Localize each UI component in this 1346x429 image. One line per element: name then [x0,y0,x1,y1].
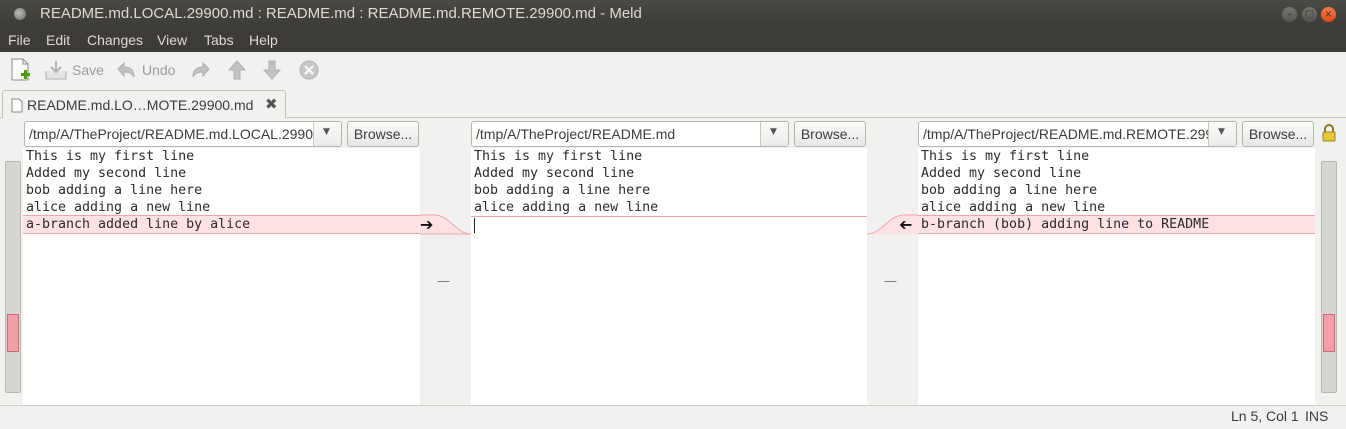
stop-icon [299,60,319,80]
remote-browse-button[interactable]: Browse... [1242,121,1314,147]
remote-change-map[interactable] [1321,161,1337,393]
previous-change-button[interactable] [226,58,248,82]
toolbar: Save Undo [0,52,1346,88]
stop-button[interactable] [298,58,320,82]
undo-label: Undo [142,62,176,78]
arrow-up-icon [227,60,247,80]
menu-edit[interactable]: Edit [46,32,70,48]
title-bar: README.md.LOCAL.29900.md : README.md : R… [0,0,1346,28]
local-path-combo[interactable]: /tmp/A/TheProject/README.md.LOCAL.29900.… [24,121,342,147]
push-left-arrow-icon[interactable]: ➔ [899,215,912,234]
menu-tabs[interactable]: Tabs [204,32,234,48]
arrow-down-icon [262,60,282,80]
save-label: Save [72,62,104,78]
local-path-dropdown[interactable]: ▼ [313,122,341,146]
chevron-down-icon: ▼ [1218,127,1225,137]
left-link-gutter: ➔ — [420,148,471,405]
chevron-down-icon: ▼ [323,127,330,137]
base-path-dropdown[interactable]: ▼ [760,122,788,146]
save-icon [45,61,67,80]
conflict-line: a-branch added line by alice [23,215,420,234]
conflict-marker[interactable] [1323,314,1335,352]
undo-icon [117,61,135,78]
text-line: This is my first line [26,149,195,164]
local-pane[interactable]: This is my first line Added my second li… [23,148,420,405]
redo-icon [192,61,210,78]
text-line: This is my first line [921,149,1090,164]
status-bar: Ln 5, Col 1 INS [0,406,1346,429]
text-line: Added my second line [921,166,1082,181]
text-line: Added my second line [474,166,635,181]
text-line: bob adding a line here [474,183,651,198]
text-line: bob adding a line here [26,183,203,198]
window-title: README.md.LOCAL.29900.md : README.md : R… [40,5,642,22]
remote-path-text: /tmp/A/TheProject/README.md.REMOTE.29900… [923,126,1237,142]
right-link-gutter: ➔ — [867,148,918,405]
redo-button[interactable] [189,58,213,82]
text-line: alice adding a new line [921,200,1106,215]
text-line: alice adding a new line [26,200,211,215]
base-pane[interactable]: This is my first line Added my second li… [471,148,867,405]
conflict-marker[interactable] [7,314,19,352]
remote-path-combo[interactable]: /tmp/A/TheProject/README.md.REMOTE.29900… [918,121,1237,147]
tab-readme-merge[interactable]: README.md.LO…MOTE.29900.md ✖ [2,90,286,119]
local-change-map[interactable] [5,161,21,393]
document-icon [11,98,23,113]
local-path-text: /tmp/A/TheProject/README.md.LOCAL.29900.… [29,126,342,142]
conflict-line: b-branch (bob) adding line to README [918,215,1315,234]
insert-mode: INS [1305,408,1329,424]
text-cursor [474,218,475,233]
menu-view[interactable]: View [157,32,187,48]
merge-view: /tmp/A/TheProject/README.md.LOCAL.29900.… [0,118,1346,406]
maximize-button[interactable]: □ [1302,7,1317,22]
dash-marker: — [884,274,897,289]
base-browse-button[interactable]: Browse... [794,121,866,147]
base-path-combo[interactable]: /tmp/A/TheProject/README.md ▼ [471,121,789,147]
next-change-button[interactable] [261,58,283,82]
dash-marker: — [437,274,450,289]
text-line: This is my first line [474,149,643,164]
new-comparison-button[interactable] [10,58,32,82]
close-window-button[interactable]: × [1321,7,1336,22]
minimize-button[interactable]: – [1282,7,1297,22]
save-button[interactable]: Save [44,58,104,82]
menu-changes[interactable]: Changes [87,32,143,48]
menu-bar: File Edit Changes View Tabs Help [0,28,1346,52]
lock-icon[interactable] [1321,124,1337,142]
tab-close-icon[interactable]: ✖ [265,95,278,113]
undo-button[interactable]: Undo [114,58,175,82]
cursor-position: Ln 5, Col 1 [1231,408,1299,424]
tab-label: README.md.LO…MOTE.29900.md [27,97,254,113]
chevron-down-icon: ▼ [770,127,777,137]
base-path-text: /tmp/A/TheProject/README.md [476,126,676,142]
local-browse-button[interactable]: Browse... [347,121,419,147]
tab-strip: README.md.LO…MOTE.29900.md ✖ [0,88,1346,119]
remote-path-dropdown[interactable]: ▼ [1208,122,1236,146]
menu-file[interactable]: File [8,32,31,48]
window-menu-icon[interactable] [14,8,26,20]
push-right-arrow-icon[interactable]: ➔ [420,215,433,234]
conflict-line-empty [471,216,867,217]
remote-pane[interactable]: This is my first line Added my second li… [918,148,1315,405]
menu-help[interactable]: Help [249,32,278,48]
text-line: alice adding a new line [474,200,659,215]
text-line: bob adding a line here [921,183,1098,198]
new-document-icon [11,58,30,81]
text-line: Added my second line [26,166,187,181]
